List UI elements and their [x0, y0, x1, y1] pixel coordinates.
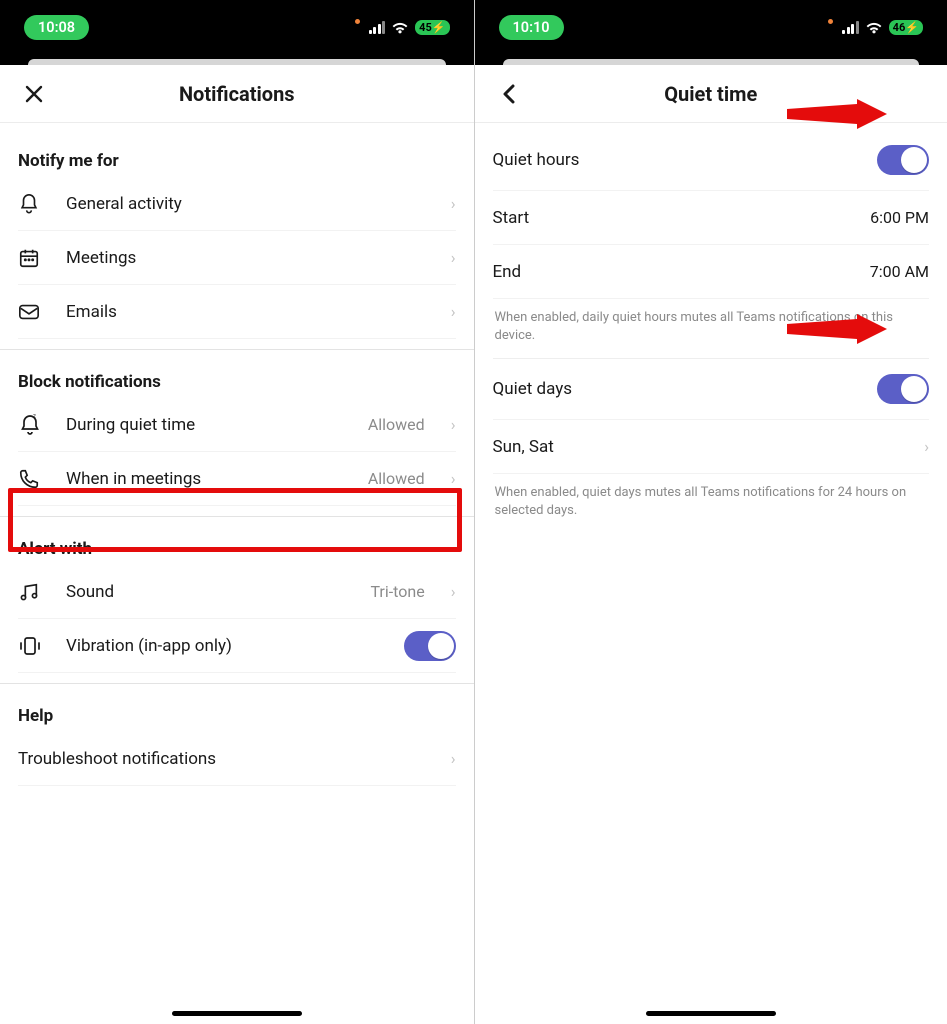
chevron-right-icon: › — [451, 415, 456, 434]
section-header-block: Block notifications — [18, 350, 456, 398]
row-value: 7:00 AM — [870, 262, 929, 281]
chevron-right-icon: › — [451, 194, 456, 213]
section-header-notify: Notify me for — [18, 129, 456, 177]
chevron-right-icon: › — [924, 437, 929, 456]
row-during-quiet-time[interactable]: z During quiet time Allowed › — [18, 398, 456, 452]
home-indicator[interactable] — [172, 1011, 302, 1016]
mail-icon — [18, 303, 48, 321]
content: Quiet hours Start 6:00 PM End 7:00 AM Wh… — [475, 123, 947, 533]
nav-header: Quiet time — [475, 65, 947, 123]
sheet-quiet-time: Quiet time Quiet hours Start 6:00 PM End… — [475, 65, 947, 1024]
row-when-in-meetings[interactable]: When in meetings Allowed › — [18, 452, 456, 506]
bell-icon — [18, 193, 48, 215]
row-label: Sun, Sat — [493, 437, 917, 457]
row-meetings[interactable]: Meetings › — [18, 231, 456, 285]
row-vibration: Vibration (in-app only) — [18, 619, 456, 673]
row-label: End — [493, 262, 870, 282]
status-right: 45⚡ — [355, 19, 450, 36]
cell-signal-icon — [369, 21, 386, 34]
status-left: 10:08 — [24, 15, 89, 40]
page-title: Quiet time — [664, 82, 757, 106]
music-icon — [18, 581, 48, 603]
close-icon — [24, 84, 44, 104]
row-label: Quiet hours — [493, 150, 878, 170]
quiet-days-toggle[interactable] — [877, 374, 929, 404]
row-general-activity[interactable]: General activity › — [18, 177, 456, 231]
row-label: General activity — [66, 194, 425, 214]
recording-dot-icon — [355, 19, 360, 24]
row-emails[interactable]: Emails › — [18, 285, 456, 339]
quiet-bell-icon: z — [18, 413, 48, 437]
battery-indicator: 46⚡ — [889, 20, 923, 35]
wifi-icon — [391, 21, 409, 35]
sheet-grabber — [475, 55, 947, 65]
sheet-grabber — [0, 55, 474, 65]
nav-header: Notifications — [0, 65, 474, 123]
chevron-right-icon: › — [451, 749, 456, 768]
phone-icon — [18, 468, 48, 490]
battery-indicator: 45⚡ — [415, 20, 449, 35]
row-sound[interactable]: Sound Tri-tone › — [18, 565, 456, 619]
battery-level: 46 — [893, 21, 906, 34]
status-bar: 10:08 45⚡ — [0, 0, 474, 55]
row-label: During quiet time — [66, 415, 350, 435]
sheet-notifications: Notifications Notify me for General acti… — [0, 65, 474, 1024]
recording-dot-icon — [828, 19, 833, 24]
cell-signal-icon — [842, 21, 859, 34]
charging-icon: ⚡ — [432, 21, 446, 34]
charging-icon: ⚡ — [905, 21, 919, 34]
vibration-toggle[interactable] — [404, 631, 456, 661]
chevron-right-icon: › — [451, 469, 456, 488]
row-quiet-days: Quiet days — [493, 358, 930, 420]
calendar-icon — [18, 247, 48, 269]
status-bar: 10:10 46⚡ — [475, 0, 947, 55]
close-button[interactable] — [14, 74, 54, 114]
row-troubleshoot[interactable]: Troubleshoot notifications › — [18, 732, 456, 786]
quiet-hours-toggle[interactable] — [877, 145, 929, 175]
row-value: 6:00 PM — [870, 208, 929, 227]
svg-text:z: z — [33, 413, 36, 420]
phone-left: 10:08 45⚡ Notifications Notify me for — [0, 0, 474, 1024]
chevron-left-icon — [501, 83, 517, 105]
battery-level: 45 — [419, 21, 432, 34]
row-value: Allowed — [368, 415, 425, 434]
row-end-time[interactable]: End 7:00 AM — [493, 245, 930, 299]
chevron-right-icon: › — [451, 582, 456, 601]
footer-quiet-days: When enabled, quiet days mutes all Teams… — [493, 474, 930, 533]
status-right: 46⚡ — [828, 19, 923, 36]
row-start-time[interactable]: Start 6:00 PM — [493, 191, 930, 245]
section-header-alert: Alert with — [18, 517, 456, 565]
wifi-icon — [865, 21, 883, 35]
row-value: Tri-tone — [370, 582, 424, 601]
row-label: Troubleshoot notifications — [18, 749, 443, 769]
phone-right: 10:10 46⚡ Quiet time Quiet hours — [474, 0, 947, 1024]
row-label: Meetings — [66, 248, 425, 268]
footer-quiet-hours: When enabled, daily quiet hours mutes al… — [493, 299, 930, 358]
status-time: 10:10 — [499, 15, 564, 40]
page-title: Notifications — [179, 82, 295, 106]
section-header-help: Help — [18, 684, 456, 732]
vibrate-icon — [18, 635, 48, 657]
chevron-right-icon: › — [451, 302, 456, 321]
status-time: 10:08 — [24, 15, 89, 40]
row-label: Sound — [66, 582, 352, 602]
row-days-selection[interactable]: Sun, Sat › — [493, 420, 930, 474]
row-quiet-hours: Quiet hours — [493, 129, 930, 191]
row-label: Emails — [66, 302, 425, 322]
back-button[interactable] — [489, 74, 529, 114]
content: Notify me for General activity › Meeting… — [0, 123, 474, 786]
row-label: Quiet days — [493, 379, 878, 399]
row-label: When in meetings — [66, 469, 350, 489]
home-indicator[interactable] — [646, 1011, 776, 1016]
row-value: Allowed — [368, 469, 425, 488]
status-left: 10:10 — [499, 15, 564, 40]
row-label: Vibration (in-app only) — [66, 636, 386, 656]
chevron-right-icon: › — [451, 248, 456, 267]
row-label: Start — [493, 208, 871, 228]
